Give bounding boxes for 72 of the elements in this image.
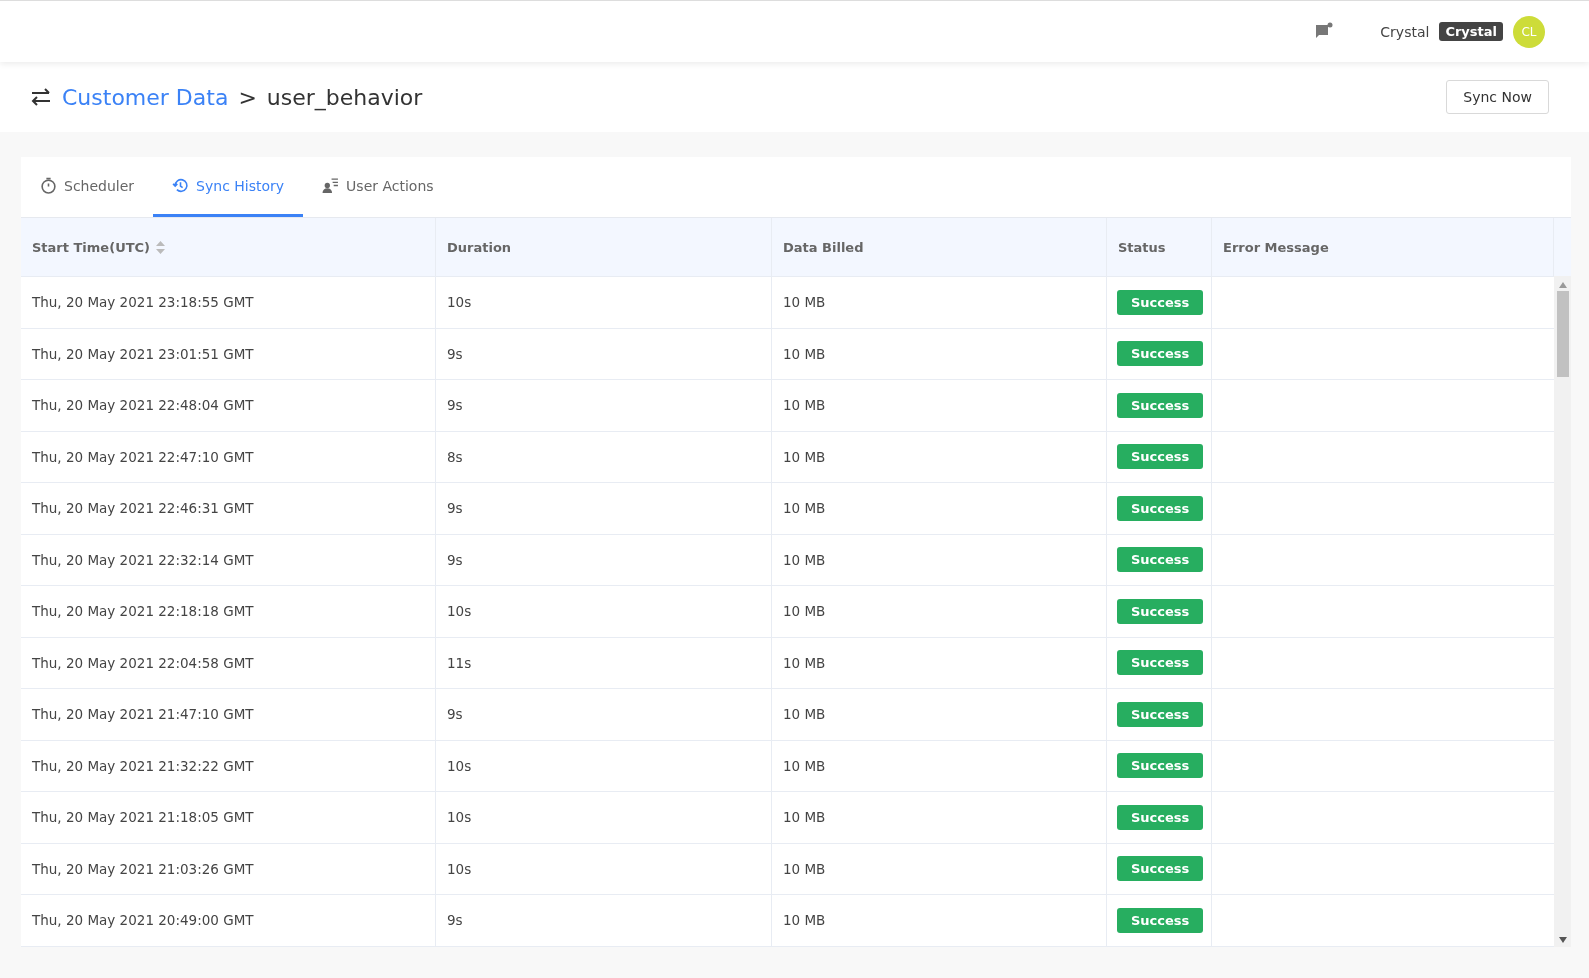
status-badge: Success [1117,753,1204,779]
history-icon [172,177,190,194]
table-cell: 9s [436,483,772,534]
status-badge: Success [1117,495,1204,521]
table-cell: 10s [436,792,772,843]
status-badge: Success [1117,804,1204,830]
table-cell: 10s [436,843,772,894]
tab[interactable]: Scheduler [21,157,154,217]
column-header: Data Billed [772,218,1107,276]
scrollbar-thumb[interactable] [1556,291,1569,377]
sync-now-button[interactable]: Sync Now [1446,80,1549,114]
table-cell: 10 MB [772,637,1107,688]
status-badge: Success [1117,289,1204,315]
table-cell: Thu, 20 May 2021 22:48:04 GMT [21,380,436,431]
user-tag: Crystal [1439,22,1503,41]
tab[interactable]: User Actions [303,157,453,217]
table-cell: 10 MB [772,431,1107,482]
table-cell: Thu, 20 May 2021 21:18:05 GMT [21,792,436,843]
status-badge: Success [1117,856,1204,882]
user-list-icon [322,177,340,194]
table-cell: Thu, 20 May 2021 22:04:58 GMT [21,637,436,688]
status-badge: Success [1117,907,1204,933]
status-badge: Success [1117,547,1204,573]
status-badge: Success [1117,598,1204,624]
table-cell: 10 MB [772,792,1107,843]
table-cell: 10 MB [772,895,1107,946]
status-badge: Success [1117,341,1204,367]
table-cell: 10 MB [772,483,1107,534]
status-badge: Success [1117,701,1204,727]
table-cell: Thu, 20 May 2021 22:47:10 GMT [21,431,436,482]
table-cell: 10s [436,586,772,637]
breadcrumb-link[interactable]: Customer Data [62,84,229,110]
table-cell: 10 MB [772,689,1107,740]
column-header: Duration [436,218,772,276]
table-cell: Thu, 20 May 2021 22:32:14 GMT [21,534,436,585]
status-badge: Success [1117,444,1204,470]
table-cell: Thu, 20 May 2021 21:32:22 GMT [21,740,436,791]
breadcrumb-current: user_behavior [266,84,423,110]
table-cell: 10 MB [772,843,1107,894]
breadcrumb-separator: > [238,84,257,110]
table-cell: Thu, 20 May 2021 22:46:31 GMT [21,483,436,534]
table-cell: 9s [436,328,772,379]
user-name: Crystal [1380,23,1430,40]
table-cell: Thu, 20 May 2021 23:18:55 GMT [21,277,436,328]
table-cell: 9s [436,380,772,431]
timer-icon [40,177,57,194]
table-cell: 10 MB [772,277,1107,328]
column-header[interactable]: Start Time(UTC) [21,218,436,276]
table-cell: Thu, 20 May 2021 21:03:26 GMT [21,843,436,894]
table-cell: Thu, 20 May 2021 21:47:10 GMT [21,689,436,740]
status-badge: Success [1117,650,1204,676]
table-cell: 9s [436,534,772,585]
table-cell: 10 MB [772,534,1107,585]
scroll-down-icon[interactable] [1558,936,1567,943]
table-cell: 10 MB [772,380,1107,431]
table-cell: 10 MB [772,328,1107,379]
table-cell: 10s [436,740,772,791]
table-cell: 10 MB [772,586,1107,637]
table-cell: 8s [436,431,772,482]
sort-icon[interactable] [156,240,166,254]
swap-arrows-icon [30,88,52,106]
table-cell: 9s [436,895,772,946]
table-cell: 10s [436,277,772,328]
column-header: Status [1107,218,1212,276]
table-cell: Thu, 20 May 2021 22:18:18 GMT [21,586,436,637]
table-cell: 11s [436,637,772,688]
table-cell: Thu, 20 May 2021 20:49:00 GMT [21,895,436,946]
table-cell: Thu, 20 May 2021 23:01:51 GMT [21,328,436,379]
table-cell: 9s [436,689,772,740]
scroll-up-icon[interactable] [1558,282,1567,288]
table-cell: 10 MB [772,740,1107,791]
status-badge: Success [1117,392,1204,418]
